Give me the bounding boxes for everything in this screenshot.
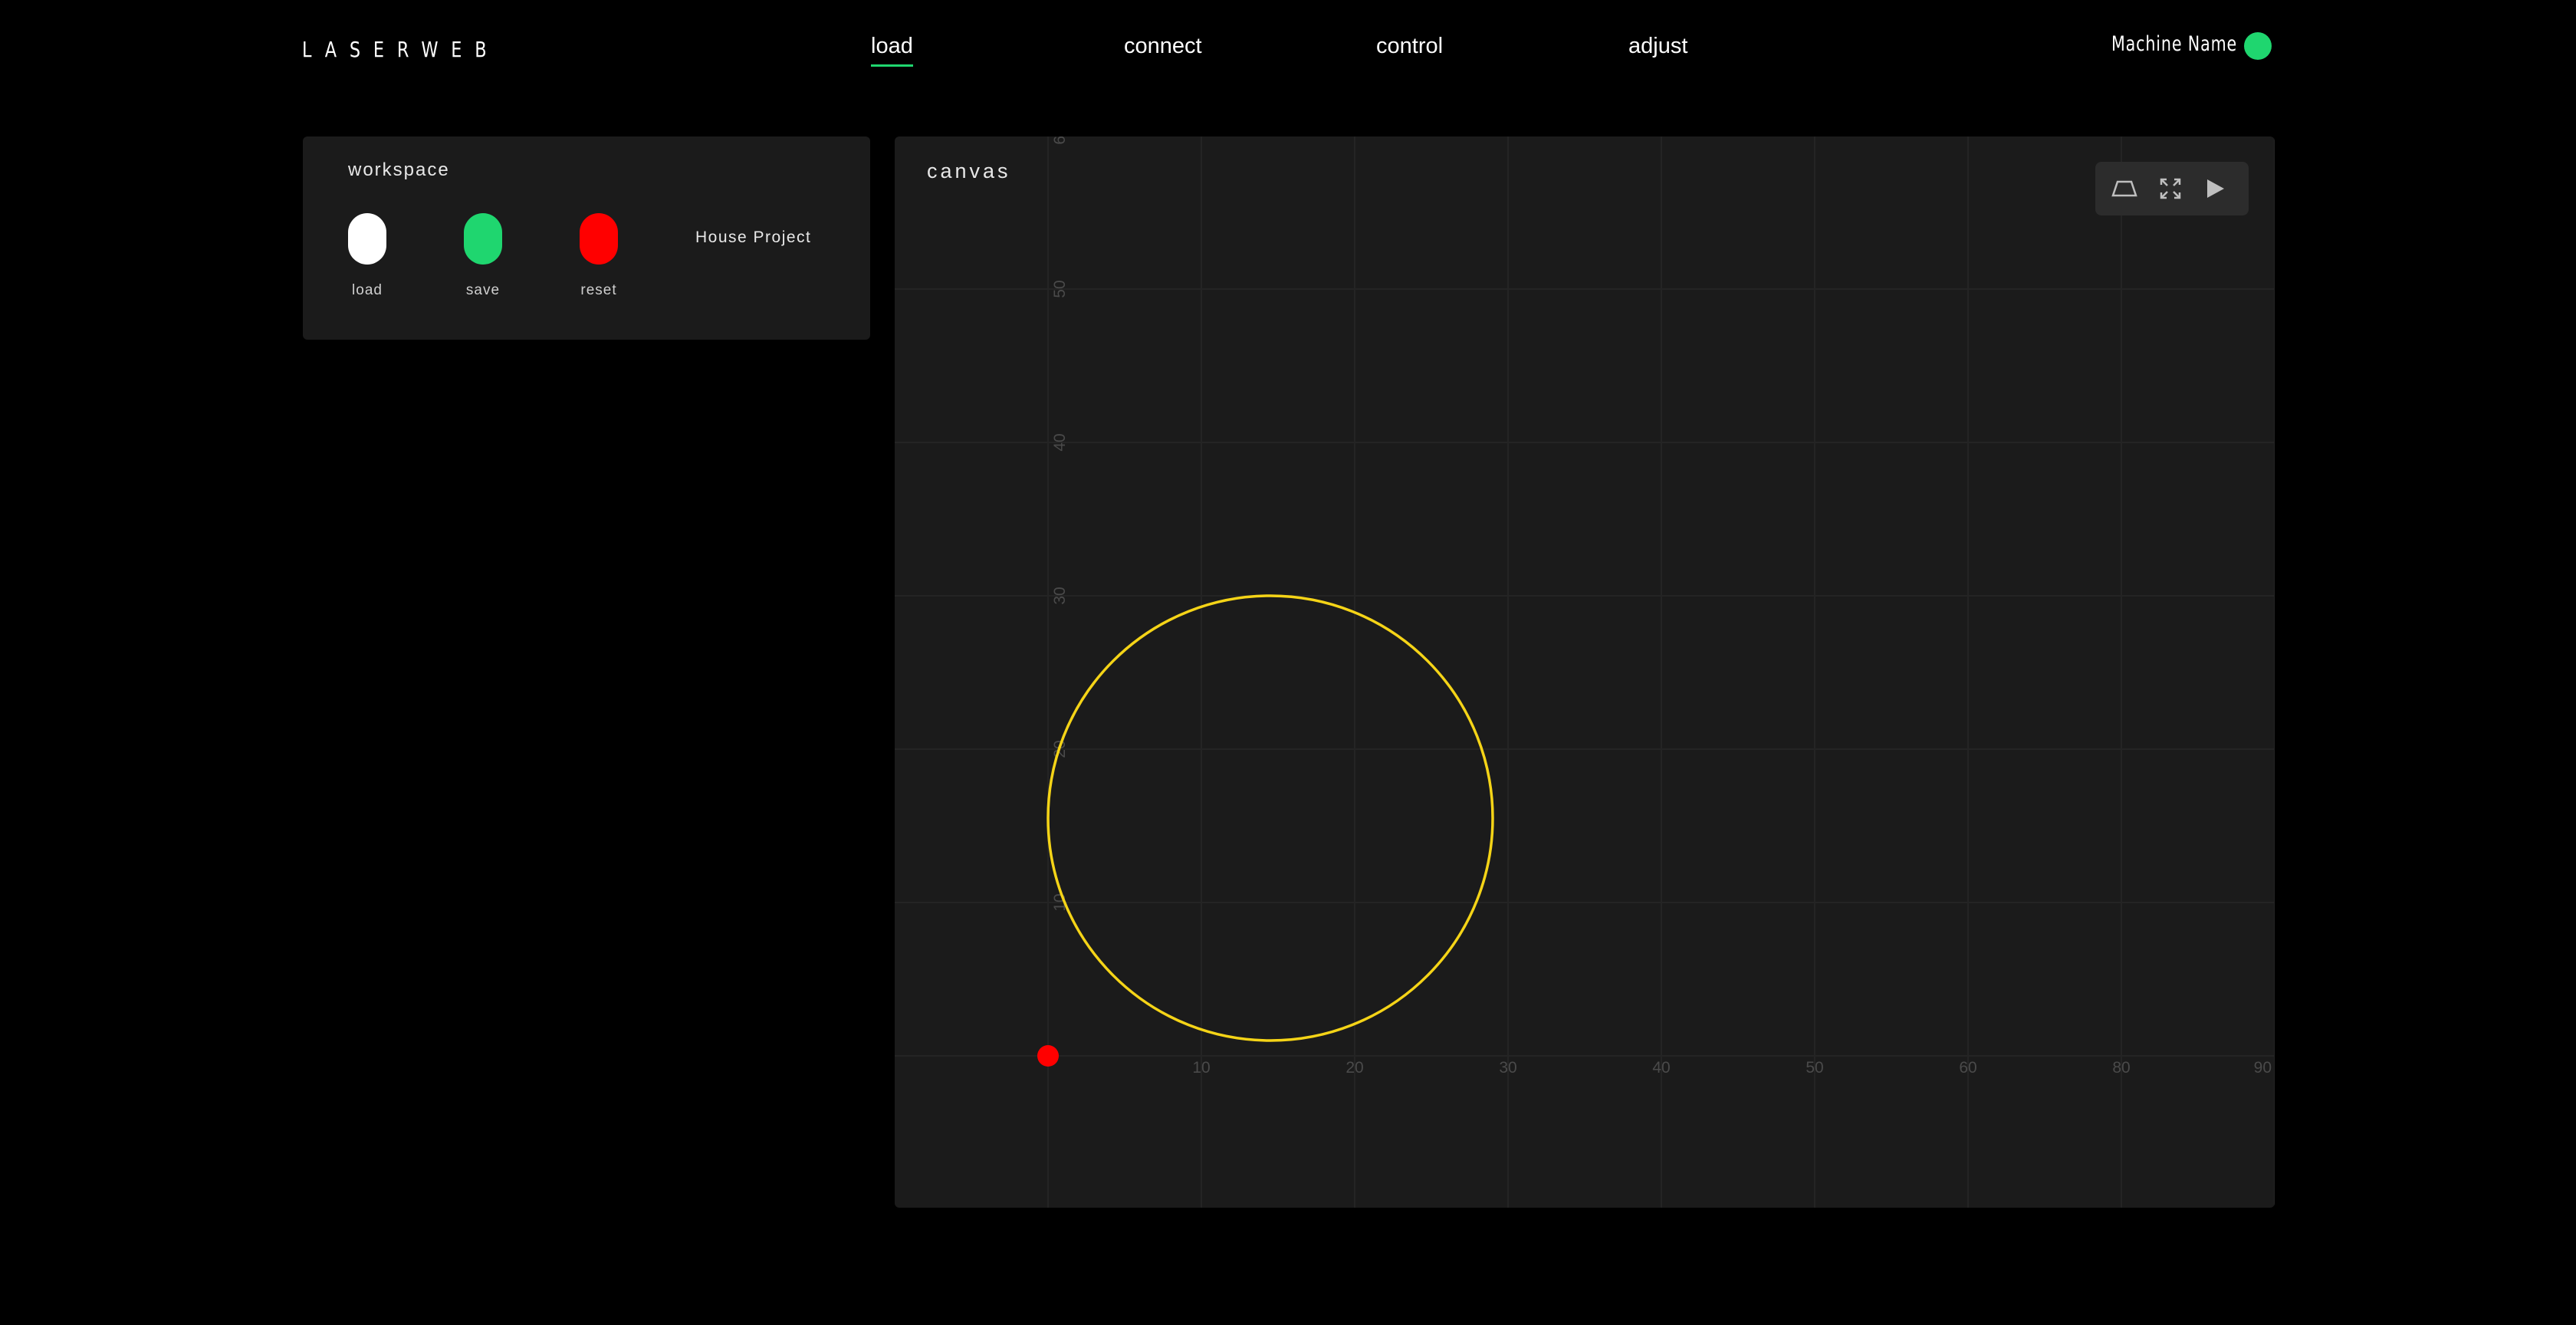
play-icon bbox=[2207, 179, 2224, 198]
x-axis-tick-label: 10 bbox=[1192, 1059, 1210, 1077]
x-axis-tick-label: 60 bbox=[1959, 1059, 1976, 1077]
perspective-button[interactable] bbox=[2111, 175, 2138, 202]
y-axis-tick-label: 50 bbox=[1051, 280, 1069, 298]
play-button[interactable] bbox=[2201, 175, 2229, 202]
reset-button[interactable] bbox=[580, 213, 618, 265]
workspace-canvas[interactable]: 1020304050608090102030405060 bbox=[895, 136, 2275, 1208]
load-button-label: load bbox=[352, 282, 383, 298]
canvas-toolbar bbox=[2095, 162, 2249, 215]
circle-shape bbox=[1046, 594, 1494, 1042]
workspace-title: workspace bbox=[348, 159, 450, 180]
origin-marker bbox=[1037, 1045, 1059, 1067]
canvas-panel: 1020304050608090102030405060 canvas bbox=[895, 136, 2275, 1208]
nav-item-connect[interactable]: connect bbox=[1124, 34, 1202, 59]
app-logo: LASERWEB bbox=[302, 37, 500, 62]
save-button[interactable] bbox=[464, 213, 502, 265]
x-axis-tick-label: 30 bbox=[1499, 1059, 1516, 1077]
fit-to-screen-button[interactable] bbox=[2157, 175, 2184, 202]
nav-item-adjust[interactable]: adjust bbox=[1628, 34, 1687, 59]
x-axis-tick-label: 80 bbox=[2112, 1059, 2130, 1077]
reset-button-label: reset bbox=[580, 282, 617, 298]
save-button-label: save bbox=[465, 282, 501, 298]
nav-item-control[interactable]: control bbox=[1376, 34, 1443, 59]
x-axis-tick-label: 50 bbox=[1806, 1059, 1823, 1077]
project-name: House Project bbox=[695, 229, 812, 246]
fit-to-screen-icon bbox=[2160, 178, 2181, 199]
y-axis-tick-label: 60 bbox=[1051, 136, 1069, 145]
canvas-title: canvas bbox=[927, 159, 1011, 182]
x-axis-tick-label: 40 bbox=[1652, 1059, 1670, 1077]
perspective-icon bbox=[2111, 180, 2137, 197]
load-button[interactable] bbox=[348, 213, 386, 265]
nav-item-load[interactable]: load bbox=[871, 34, 913, 67]
workspace-panel: workspace load save reset House Project bbox=[303, 136, 870, 340]
y-axis-tick-label: 30 bbox=[1051, 587, 1069, 604]
x-axis-tick-label: 20 bbox=[1346, 1059, 1363, 1077]
machine-status-indicator bbox=[2244, 32, 2272, 60]
y-axis-tick-label: 40 bbox=[1051, 433, 1069, 451]
x-axis-tick-label: 90 bbox=[2254, 1059, 2272, 1077]
machine-name: Machine Name bbox=[2111, 32, 2238, 56]
